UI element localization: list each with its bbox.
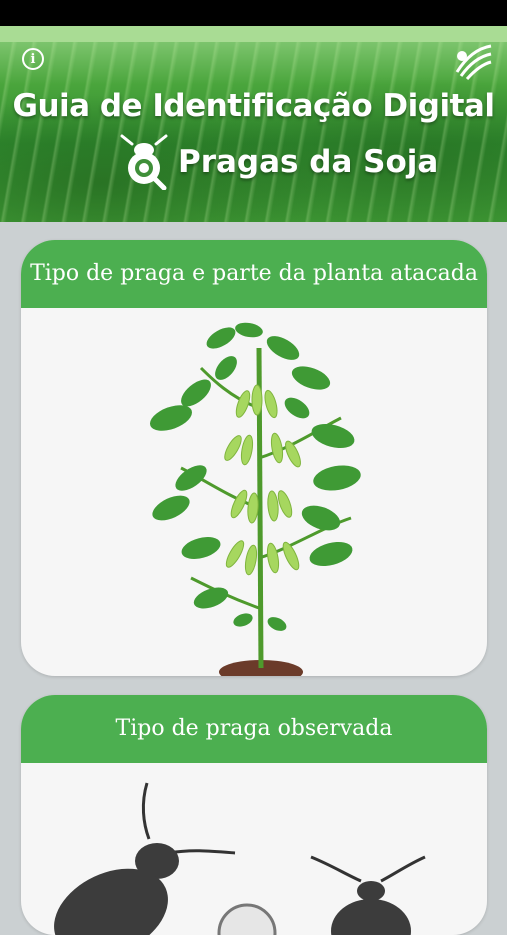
embrapa-logo-icon	[455, 44, 492, 80]
status-bar	[0, 0, 507, 26]
bug-magnifier-icon	[120, 134, 168, 190]
app-subtitle: Pragas da Soja	[178, 144, 439, 180]
card-pest-and-plant-part[interactable]: Tipo de praga e parte da planta atacada	[21, 240, 487, 676]
soybean-plant-illustration	[149, 322, 361, 676]
card-pest-type[interactable]: Tipo de praga observada	[21, 695, 487, 935]
info-icon[interactable]: i	[22, 48, 44, 70]
header-top-band	[0, 26, 507, 42]
soybean-field-background	[0, 26, 507, 222]
insect-silhouettes-illustration	[54, 782, 426, 935]
card-title: Tipo de praga observada	[21, 695, 487, 763]
card-title: Tipo de praga e parte da planta atacada	[21, 240, 487, 308]
app-subtitle-row: Pragas da Soja	[118, 134, 438, 190]
app-title: Guia de Identificação Digital	[12, 88, 495, 124]
header-banner: i Guia de Identificação Digital Pragas d…	[0, 26, 507, 222]
